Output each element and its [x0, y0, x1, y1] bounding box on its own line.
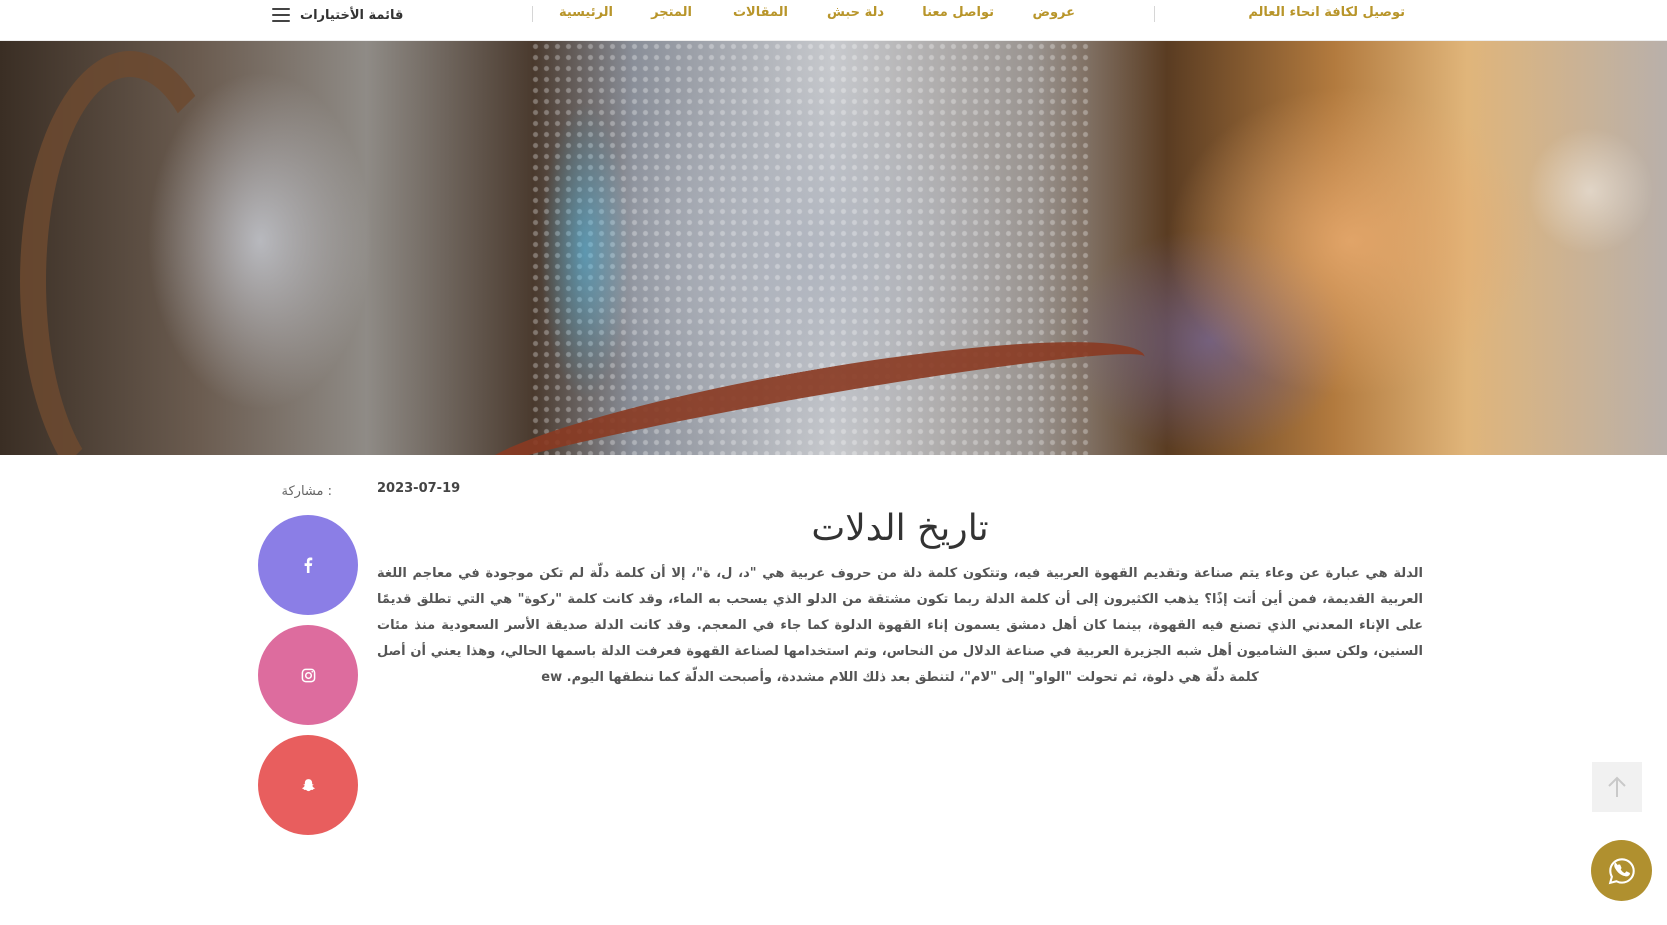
post-date: 2023-07-19: [377, 481, 461, 496]
share-snapchat-button[interactable]: [258, 735, 358, 835]
hero-glow: [540, 101, 630, 401]
menu-toggle[interactable]: قائمة الأختيارات: [272, 4, 403, 26]
nav-item-contact[interactable]: تواصل معنا: [922, 5, 994, 20]
nav-item-contact-wrap: تواصل معنا: [922, 5, 994, 20]
hero-image: [0, 41, 1667, 455]
nav-item-dallah-habash-wrap: دلة حبش: [827, 5, 884, 20]
nav-item-articles[interactable]: المقالات: [733, 5, 788, 20]
nav-divider: [532, 6, 533, 22]
post-title: تاريخ الدلات: [811, 508, 989, 549]
nav-divider: [1154, 6, 1155, 22]
nav-item-offers[interactable]: عروض: [1032, 5, 1075, 20]
shipping-notice: توصيل لكافة انحاء العالم: [1248, 5, 1405, 20]
whatsapp-icon: [1608, 857, 1635, 884]
post-body: الدلة هي عبارة عن وعاء يتم صناعة وتقديم …: [377, 566, 1423, 685]
arrow-up-icon: [1608, 776, 1626, 797]
nav-item-home-wrap: الرئيسية: [559, 5, 613, 20]
nav-item-home[interactable]: الرئيسية: [559, 5, 613, 20]
nav-item-store[interactable]: المتجر: [651, 5, 692, 20]
menu-label: قائمة الأختيارات: [300, 7, 404, 23]
nav-item-dallah-habash[interactable]: دلة حبش: [827, 5, 884, 20]
top-bar: قائمة الأختيارات الرئيسية المتجر المقالا…: [0, 0, 1667, 41]
instagram-icon: [301, 668, 315, 682]
back-to-top-button[interactable]: [1592, 762, 1642, 812]
nav-item-store-wrap: المتجر: [651, 5, 692, 20]
share-facebook-button[interactable]: [258, 515, 358, 615]
share-label: : مشاركة: [281, 484, 332, 499]
hamburger-icon[interactable]: [272, 8, 290, 22]
share-instagram-button[interactable]: [258, 625, 358, 725]
dallah-handle: [20, 51, 240, 455]
facebook-icon: [304, 557, 313, 573]
nav-item-articles-wrap: المقالات: [733, 5, 788, 20]
nav-item-offers-wrap: عروض: [1032, 5, 1075, 20]
whatsapp-button[interactable]: [1591, 840, 1652, 901]
snapchat-icon: [301, 778, 315, 791]
